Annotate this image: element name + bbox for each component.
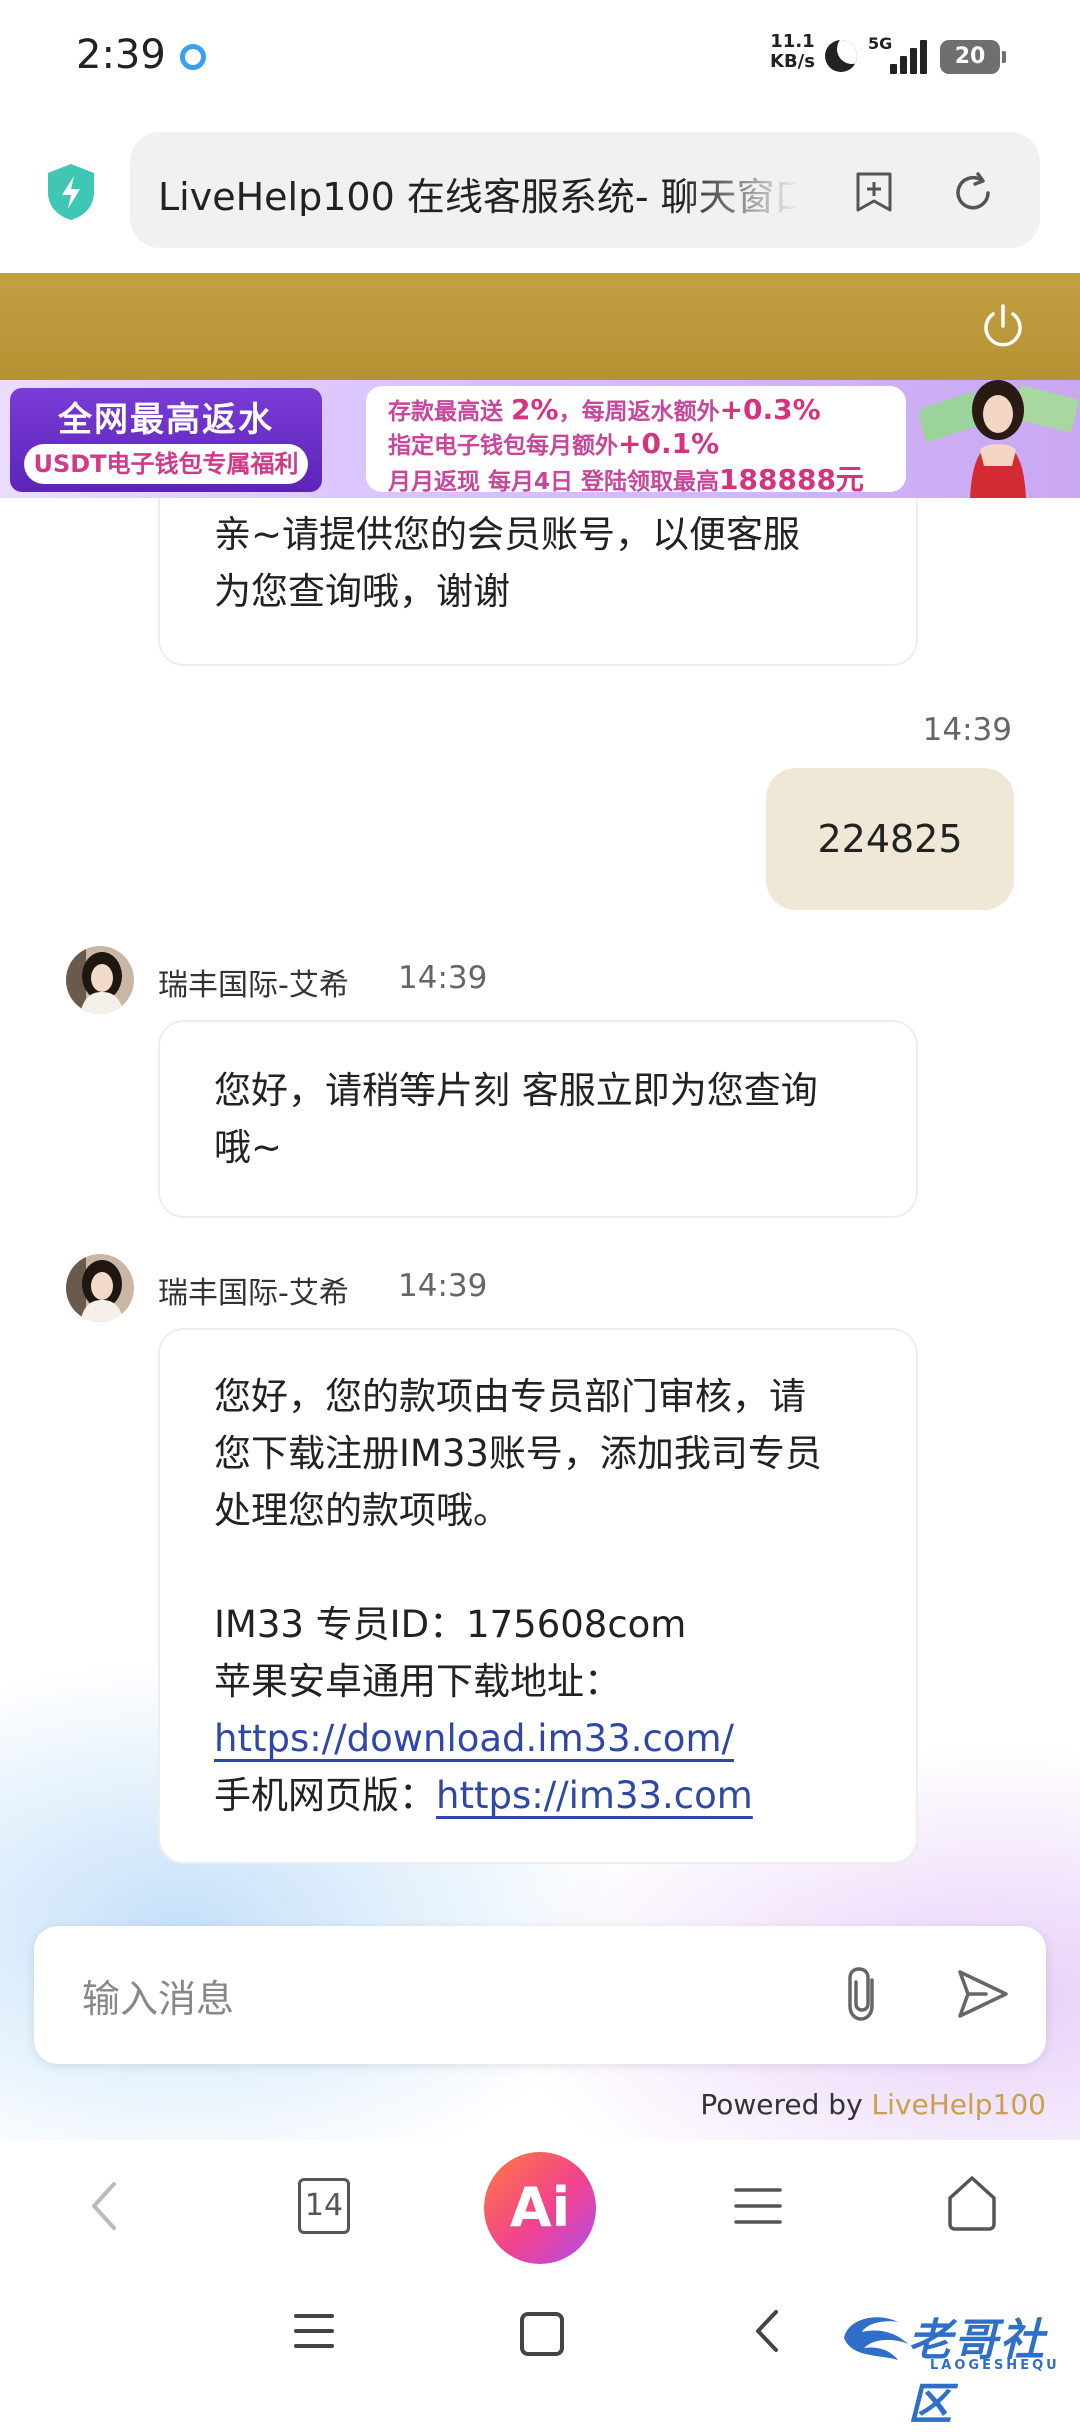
user-message-bubble: 224825 xyxy=(766,768,1014,910)
agent-avatar xyxy=(66,946,134,1014)
banner-line-3-text: 月月返现 每月4日 登陆领取最高 xyxy=(388,469,720,495)
send-icon[interactable] xyxy=(952,1964,1014,2024)
message-time: 14:39 xyxy=(922,712,1012,748)
page-title[interactable]: LiveHelp100 在线客服系统- 聊天窗口 xyxy=(158,166,798,216)
network-type: 5G xyxy=(868,34,893,53)
agent-name: 瑞丰国际-艾希 xyxy=(158,968,349,1003)
banner-line-1-mid: ，每周返水额外 xyxy=(558,399,720,425)
refresh-icon[interactable] xyxy=(950,170,996,216)
banner-model-image xyxy=(920,380,1080,498)
network-speed-value: 11.1 xyxy=(770,31,815,52)
mobile-web-label: 手机网页版： xyxy=(214,1774,436,1817)
agent-name: 瑞丰国际-艾希 xyxy=(158,1276,349,1311)
message-text: 亲~请提供您的会员账号，以便客服 为您查询哦，谢谢 xyxy=(214,513,801,613)
watermark-subtext: LAOGESHEQU xyxy=(930,2358,1060,2373)
secure-shield-icon[interactable] xyxy=(44,162,98,222)
banner-line-3: 月月返现 每月4日 登陆领取最高188888元 xyxy=(388,458,864,498)
powered-by-brand[interactable]: LiveHelp100 xyxy=(872,2088,1046,2121)
network-speed: 11.1 KB/s xyxy=(770,32,815,72)
attachment-icon[interactable] xyxy=(834,1964,894,2026)
mobile-web-link[interactable]: https://im33.com xyxy=(436,1774,753,1817)
power-icon[interactable] xyxy=(978,301,1028,351)
dragon-logo-icon xyxy=(844,2317,908,2360)
agent-avatar xyxy=(66,1254,134,1322)
banner-title: 全网最高返水 xyxy=(58,400,274,440)
banner-line-2-extra: +0.1% xyxy=(618,427,720,460)
agent-message-bubble: 亲~请提供您的会员账号，以便客服 为您查询哦，谢谢 xyxy=(158,498,918,666)
message-text-body: 您好，您的款项由专员部门审核，请 您下载注册IM33账号，添加我司专员 处理您的… xyxy=(214,1375,822,1703)
home-nav-icon[interactable] xyxy=(520,2312,564,2356)
banner-line-1-text: 存款最高送 xyxy=(388,399,512,425)
do-not-disturb-icon xyxy=(825,40,857,72)
system-navigation-bar: 老哥社区 LAOGESHEQU xyxy=(0,2270,1080,2430)
promo-banner[interactable]: 全网最高返水 USDT电子钱包专属福利 存款最高送 2%，每周返水额外+0.3%… xyxy=(0,380,1080,498)
banner-line-1-extra: +0.3% xyxy=(719,393,821,426)
banner-badge: 全网最高返水 USDT电子钱包专属福利 xyxy=(10,388,322,492)
notification-icon xyxy=(180,44,206,70)
tabs-button[interactable]: 14 xyxy=(298,2178,350,2234)
banner-line-3-amount: 188888元 xyxy=(719,463,864,496)
powered-by-prefix: Powered by xyxy=(700,2088,872,2121)
banner-details: 存款最高送 2%，每周返水额外+0.3% 指定电子钱包每月额外+0.1% 月月返… xyxy=(366,386,906,496)
home-icon[interactable] xyxy=(944,2174,1000,2232)
recent-apps-icon[interactable] xyxy=(294,2312,334,2350)
url-field[interactable]: LiveHelp100 在线客服系统- 聊天窗口 xyxy=(130,132,1040,248)
browser-toolbar: 14 Ai xyxy=(0,2142,1080,2270)
battery-icon: 20 xyxy=(940,40,1006,74)
add-bookmark-icon[interactable] xyxy=(852,170,896,214)
browser-address-bar: LiveHelp100 在线客服系统- 聊天窗口 xyxy=(0,120,1080,275)
banner-line-1: 存款最高送 2%，每周返水额外+0.3% xyxy=(388,392,821,426)
chat-header xyxy=(0,273,1080,380)
watermark-logo: 老哥社区 LAOGESHEQU xyxy=(838,2300,1064,2430)
ai-assistant-button[interactable]: Ai xyxy=(484,2152,596,2264)
network-speed-unit: KB/s xyxy=(770,51,815,72)
agent-message-bubble: 您好，请稍等片刻 客服立即为您查询 哦~ xyxy=(158,1020,918,1218)
back-icon[interactable] xyxy=(84,2176,124,2236)
status-bar: 2:39 11.1 KB/s 5G 20 xyxy=(0,0,1080,120)
banner-line-2-text: 指定电子钱包每月额外 xyxy=(388,433,618,459)
powered-by: Powered by LiveHelp100 xyxy=(700,2088,1046,2121)
message-text: 您好，请稍等片刻 客服立即为您查询 哦~ xyxy=(214,1069,818,1169)
download-link[interactable]: https://download.im33.com/ xyxy=(214,1717,734,1760)
message-time: 14:39 xyxy=(398,1268,488,1304)
agent-message-bubble: 您好，您的款项由专员部门审核，请 您下载注册IM33账号，添加我司专员 处理您的… xyxy=(158,1328,918,1864)
status-time: 2:39 xyxy=(76,32,166,78)
message-time: 14:39 xyxy=(398,960,488,996)
banner-line-2: 指定电子钱包每月额外+0.1% xyxy=(388,426,719,460)
banner-line-1-pct: 2% xyxy=(511,393,559,426)
message-input[interactable]: 输入消息 xyxy=(82,1968,234,2023)
banner-subtitle: USDT电子钱包专属福利 xyxy=(24,444,308,484)
message-text: 您好，您的款项由专员部门审核，请 您下载注册IM33账号，添加我司专员 处理您的… xyxy=(160,1330,916,1824)
menu-icon[interactable] xyxy=(734,2186,782,2226)
message-input-bar[interactable]: 输入消息 xyxy=(34,1926,1046,2064)
back-nav-icon[interactable] xyxy=(754,2308,780,2354)
signal-icon xyxy=(890,38,930,74)
chat-messages[interactable]: 亲~请提供您的会员账号，以便客服 为您查询哦，谢谢 14:39 224825 瑞… xyxy=(0,498,1080,2140)
